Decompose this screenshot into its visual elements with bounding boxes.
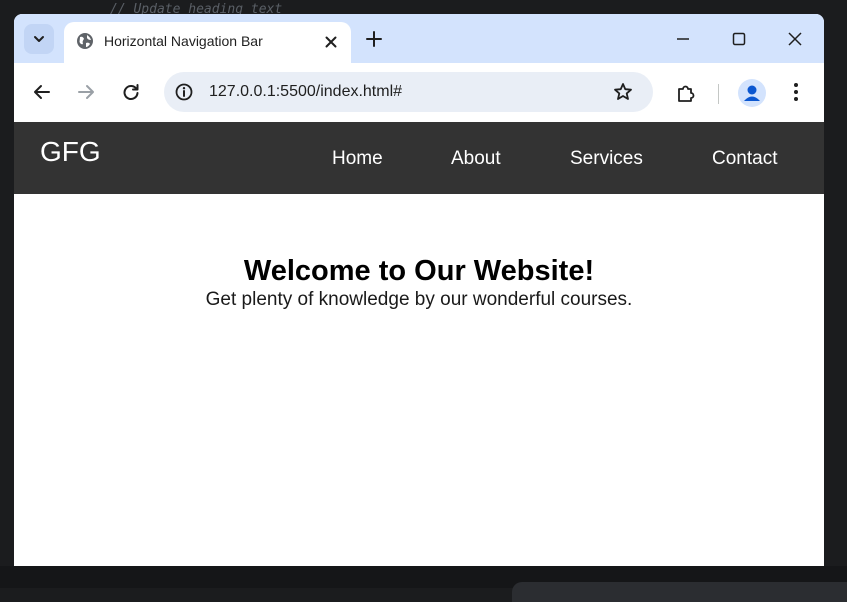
tab-search-button[interactable]: [24, 24, 54, 54]
site-logo[interactable]: GFG: [40, 136, 101, 168]
tab-strip: Horizontal Navigation Bar: [14, 14, 824, 63]
page-heading: Welcome to Our Website!: [243, 255, 595, 287]
hero-section: Welcome to Our Website! Get plenty of kn…: [14, 254, 824, 312]
chevron-down-icon: [34, 36, 44, 42]
tab-title: Horizontal Navigation Bar: [104, 33, 263, 49]
close-icon[interactable]: [787, 31, 803, 47]
star-icon[interactable]: [613, 82, 633, 102]
globe-icon: [77, 33, 93, 49]
avatar-icon[interactable]: [738, 79, 766, 107]
nav-link-services[interactable]: Services: [570, 148, 643, 170]
toolbar-divider: [718, 84, 719, 104]
reload-icon[interactable]: [121, 82, 141, 102]
browser-window: Horizontal Navigation Bar 127.0.0.1:5500…: [14, 14, 824, 574]
page-viewport: GFG Home About Services Contact Welcome …: [14, 122, 824, 574]
minimize-icon[interactable]: [675, 31, 691, 47]
page-subheading: Get plenty of knowledge by our wonderful…: [205, 289, 633, 310]
tab-close-icon[interactable]: [321, 32, 341, 52]
more-vert-icon[interactable]: [788, 82, 804, 102]
browser-toolbar: 127.0.0.1:5500/index.html#: [14, 63, 824, 122]
arrow-right-icon[interactable]: [76, 82, 96, 102]
active-tab[interactable]: Horizontal Navigation Bar: [64, 22, 351, 63]
person-icon: [744, 85, 760, 101]
nav-link-home[interactable]: Home: [332, 148, 383, 170]
navigation-bar: GFG Home About Services Contact: [14, 122, 824, 194]
taskbar-pill: [512, 582, 847, 602]
puzzle-icon[interactable]: [675, 82, 697, 104]
nav-link-about[interactable]: About: [451, 148, 501, 170]
nav-link-contact[interactable]: Contact: [712, 148, 777, 170]
plus-icon[interactable]: [365, 30, 383, 48]
address-bar[interactable]: 127.0.0.1:5500/index.html#: [164, 72, 653, 112]
url-text[interactable]: 127.0.0.1:5500/index.html#: [209, 83, 402, 101]
arrow-left-icon[interactable]: [32, 82, 52, 102]
maximize-icon[interactable]: [731, 31, 747, 47]
info-icon[interactable]: [175, 83, 193, 101]
